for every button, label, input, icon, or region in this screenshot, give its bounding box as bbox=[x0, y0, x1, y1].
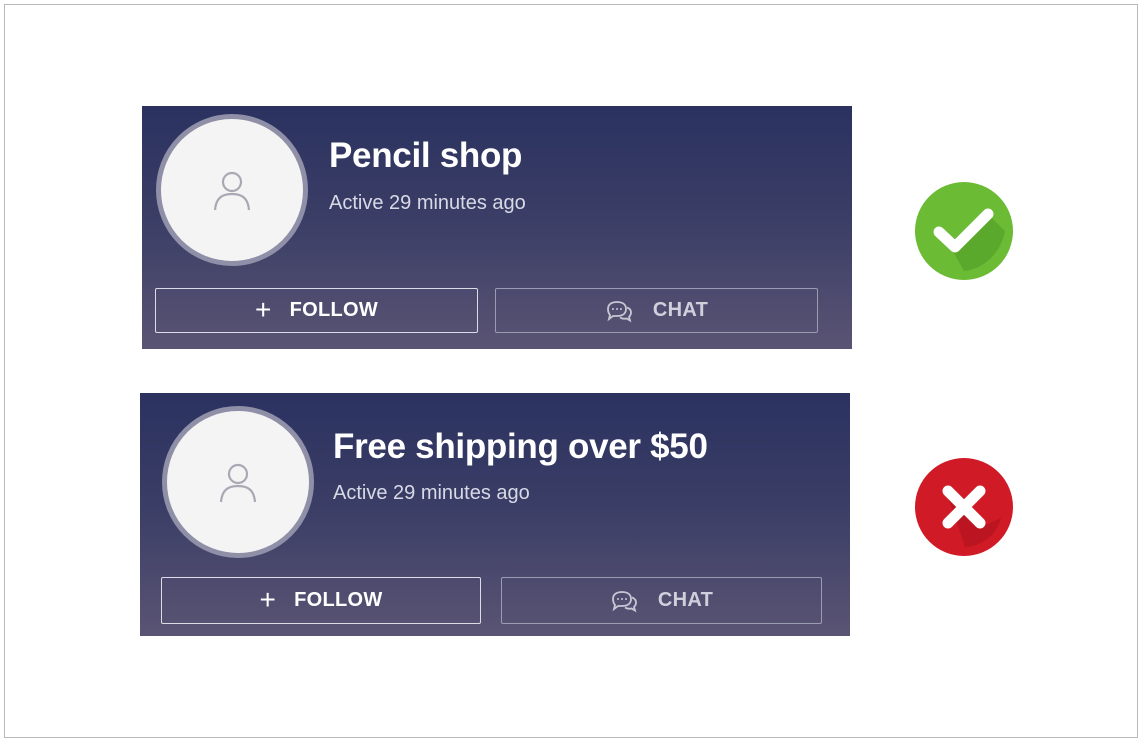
chat-bubbles-icon bbox=[606, 300, 632, 322]
shop-avatar[interactable] bbox=[156, 114, 308, 266]
user-icon bbox=[213, 171, 251, 211]
chat-label: CHAT bbox=[657, 589, 714, 611]
cross-icon bbox=[915, 458, 1013, 556]
shop-card-good: Pencil shop Active 29 minutes ago + FOLL… bbox=[142, 106, 852, 349]
plus-icon: + bbox=[259, 583, 277, 615]
active-status: Active 29 minutes ago bbox=[329, 192, 526, 214]
follow-label: FOLLOW bbox=[294, 589, 383, 611]
active-status: Active 29 minutes ago bbox=[333, 482, 530, 504]
chat-button[interactable]: CHAT bbox=[501, 577, 822, 624]
shop-card-bad: Free shipping over $50 Active 29 minutes… bbox=[140, 393, 850, 636]
shop-avatar[interactable] bbox=[162, 406, 314, 558]
check-icon bbox=[915, 182, 1013, 280]
shop-name: Free shipping over $50 bbox=[333, 427, 708, 466]
follow-button[interactable]: + FOLLOW bbox=[155, 288, 478, 333]
user-icon bbox=[219, 463, 257, 503]
follow-button[interactable]: + FOLLOW bbox=[161, 577, 481, 624]
chat-bubbles-icon bbox=[611, 590, 637, 612]
chat-button[interactable]: CHAT bbox=[495, 288, 818, 333]
example-frame: Pencil shop Active 29 minutes ago + FOLL… bbox=[4, 4, 1138, 738]
follow-label: FOLLOW bbox=[289, 299, 379, 321]
shop-name: Pencil shop bbox=[329, 136, 523, 175]
plus-icon: + bbox=[254, 293, 272, 325]
chat-label: CHAT bbox=[652, 299, 709, 321]
